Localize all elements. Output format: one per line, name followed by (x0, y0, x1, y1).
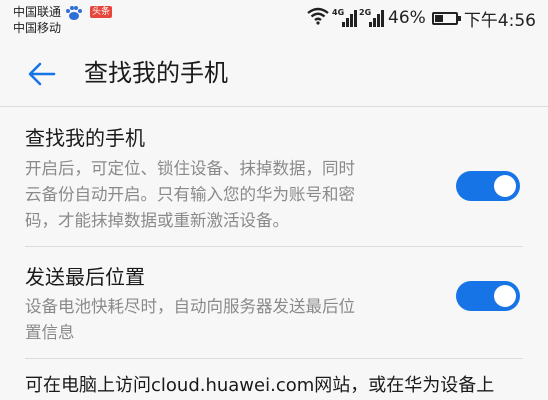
battery-icon (431, 11, 461, 25)
arrow-left-icon (28, 62, 56, 86)
wifi-icon (306, 7, 330, 30)
description-line: 云备份自动开启。只有输入您的华为账号和密 (25, 185, 355, 204)
toggle-knob (494, 285, 516, 307)
signal-1-tag: 4G (332, 8, 345, 17)
battery-fill (434, 14, 444, 22)
send-last-location-toggle[interactable] (456, 281, 520, 311)
status-indicators: 4G 2G 46% 下午4:56 (306, 6, 536, 31)
description-line: 置信息 (25, 323, 75, 342)
setting-find-my-phone[interactable]: 查找我的手机 开启后，可定位、锁住设备、抹掉数据，同时 云备份自动开启。只有输入… (0, 106, 548, 246)
carrier-1: 中国联通 (13, 5, 62, 19)
setting-send-last-location[interactable]: 发送最后位置 设备电池快耗尽时，自动向服务器发送最后位 置信息 (0, 246, 548, 358)
back-button[interactable] (22, 54, 62, 94)
notification-icons: 头条 (64, 5, 113, 20)
setting-title: 查找我的手机 (25, 126, 145, 150)
signal-icon: 2G (359, 8, 385, 27)
status-bar: 中国联通 中国移动 头条 4G 2G 46% 下午4:56 (0, 0, 548, 40)
signal-2-tag: 2G (359, 8, 372, 17)
carrier-info: 中国联通 中国移动 (13, 4, 61, 36)
toggle-knob (494, 175, 516, 197)
signal-icon: 4G (332, 8, 358, 27)
battery-percent: 46% (388, 8, 426, 28)
setting-title: 发送最后位置 (25, 265, 145, 289)
setting-description: 开启后，可定位、锁住设备、抹掉数据，同时 云备份自动开启。只有输入您的华为账号和… (25, 156, 435, 234)
paw-icon (64, 5, 84, 20)
carrier-2: 中国移动 (13, 21, 62, 35)
app-bar: 查找我的手机 (0, 40, 548, 106)
description-line: 设备电池快耗尽时，自动向服务器发送最后位 (25, 297, 355, 316)
footer-info-text: 可在电脑上访问cloud.huawei.com网站，或在华为设备上 (25, 375, 495, 396)
description-line: 码，才能抹掉数据或重新激活设备。 (25, 211, 289, 230)
page-title: 查找我的手机 (84, 59, 228, 87)
description-line: 开启后，可定位、锁住设备、抹掉数据，同时 (25, 159, 355, 178)
setting-description: 设备电池快耗尽时，自动向服务器发送最后位 置信息 (25, 294, 435, 346)
toutiao-icon: 头条 (90, 6, 113, 18)
row-divider (25, 358, 523, 359)
clock: 下午4:56 (463, 10, 536, 31)
find-my-phone-toggle[interactable] (456, 171, 520, 201)
